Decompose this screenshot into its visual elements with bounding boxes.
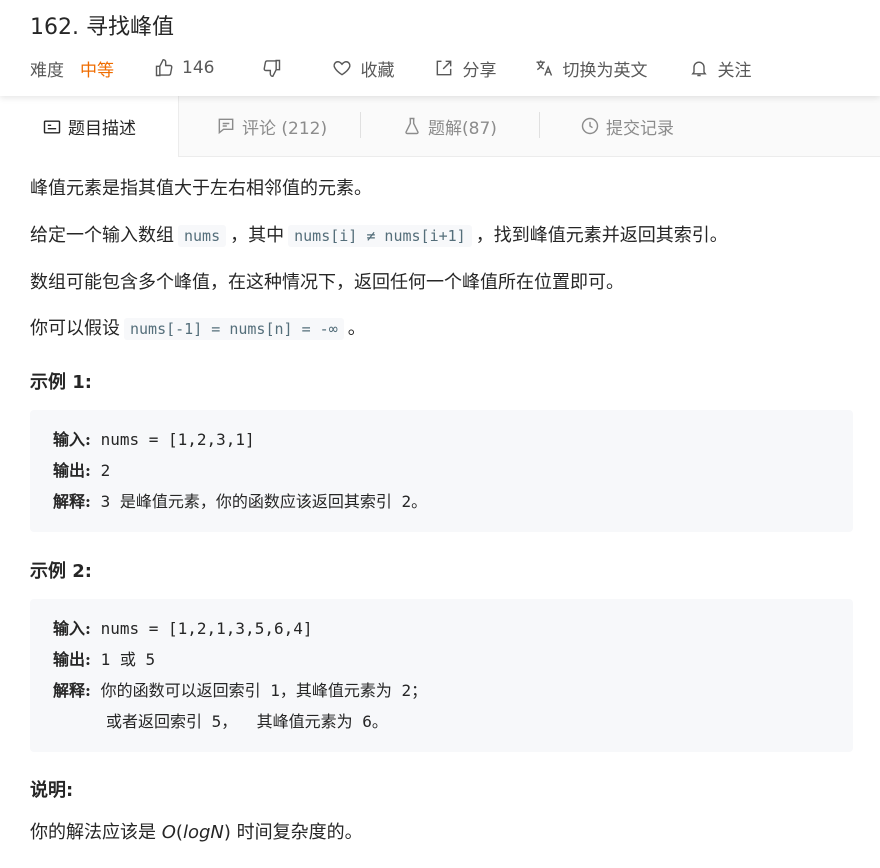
inline-code: nums[i] ≠ nums[i+1] [288, 225, 472, 247]
example-2-output: 输出: 1 或 5 [53, 648, 155, 672]
description-paragraph-3: 数组可能包含多个峰值，在这种情况下，返回任何一个峰值所在位置即可。 [30, 272, 624, 293]
example-1-heading: 示例 1: [30, 372, 92, 393]
value: 5， [211, 712, 238, 731]
text: 其峰值元素为 [256, 712, 353, 731]
dislike-button[interactable] [262, 58, 290, 78]
difficulty-value: 中等 [80, 60, 114, 81]
label: 解释: [53, 492, 91, 511]
switch-language-label: 切换为英文 [562, 60, 648, 81]
text: 或者返回索引 [106, 712, 203, 731]
value: 1 [100, 650, 111, 669]
favorite-button[interactable]: 收藏 [332, 56, 394, 81]
math: ( [175, 822, 183, 843]
thumbs-down-icon [263, 59, 281, 78]
follow-label: 关注 [717, 60, 752, 81]
text: ，其中 [230, 225, 285, 246]
example-1-input: 输入: nums = [1,2,3,1] [53, 428, 255, 452]
switch-language-button[interactable]: 切换为英文 [534, 56, 647, 81]
tab-comments[interactable]: 评论 (212) [216, 96, 327, 156]
text: 是峰值元素，你的函数应该返回其索引 [119, 492, 392, 511]
like-count: 146 [182, 58, 215, 78]
text: 。 [347, 318, 366, 339]
example-2-heading: 示例 2: [30, 561, 92, 582]
text: 你的解法应该是 [30, 822, 156, 843]
inline-code: nums[-1] = nums[n] = -∞ [124, 318, 344, 340]
label: 输入: [53, 430, 91, 449]
label: 输出: [53, 650, 91, 669]
value: 6。 [362, 712, 388, 731]
example-1-explanation: 解释: 3 是峰值元素，你的函数应该返回其索引 2。 [53, 490, 427, 514]
example-2-block: 输入: nums = [1,2,1,3,5,6,4] 输出: 1 或 5 解释:… [30, 599, 853, 752]
tab-description[interactable]: 题目描述 [0, 96, 179, 157]
description-paragraph-4: 你可以假设 nums[-1] = nums[n] = -∞。 [30, 315, 366, 343]
value: nums = [1,2,3,1] [100, 430, 255, 449]
value: 2。 [401, 492, 428, 511]
label: 输入: [53, 619, 91, 638]
example-2-explanation: 解释: 你的函数可以返回索引 1，其峰值元素为 2； [53, 679, 427, 703]
tab-separator [539, 112, 540, 138]
difficulty-label: 难度 [30, 60, 64, 81]
favorite-label: 收藏 [360, 60, 395, 81]
value: 1， [270, 681, 296, 700]
description-paragraph-1: 峰值元素是指其值大于左右相邻值的元素。 [30, 178, 372, 199]
thumbs-up-icon [155, 58, 173, 77]
problem-meta-bar: 难度 中等 146 收藏 分享 切换为英文 关注 [30, 54, 751, 82]
text: 你的函数可以返回索引 [100, 681, 261, 700]
document-icon [43, 119, 61, 134]
example-2-explanation-cont: 或者返回索引 5， 其峰值元素为 6。 [106, 710, 388, 734]
text: ，找到峰值元素并返回其索引。 [475, 225, 728, 246]
example-1-block: 输入: nums = [1,2,3,1] 输出: 2 解释: 3 是峰值元素，你… [30, 410, 853, 532]
translate-icon [536, 60, 553, 76]
heart-icon [333, 61, 351, 76]
tab-separator [360, 112, 361, 138]
value: 2 [100, 461, 111, 480]
comment-icon [218, 118, 234, 135]
math: ) [223, 822, 231, 843]
tab-solutions[interactable]: 题解(87) [402, 96, 497, 156]
inline-code: nums [178, 225, 227, 247]
tab-submissions[interactable]: 提交记录 [580, 96, 674, 156]
problem-header: 162. 寻找峰值 难度 中等 146 收藏 分享 切换为英文 关注 [0, 0, 880, 96]
text: 给定一个输入数组 [30, 225, 174, 246]
value: 2； [401, 681, 428, 700]
flask-icon [405, 117, 419, 135]
tab-submissions-label: 提交记录 [606, 118, 674, 139]
text: 其峰值元素为 [295, 681, 392, 700]
math: O [161, 822, 176, 843]
tab-solutions-label: 题解(87) [428, 118, 497, 139]
value: 5 [145, 650, 156, 669]
label: 输出: [53, 461, 91, 480]
text: 时间复杂度的。 [236, 822, 363, 843]
share-label: 分享 [462, 60, 497, 81]
tab-bar: 题目描述 评论 (212) 题解(87) 提交记录 [0, 96, 880, 157]
tab-comments-label: 评论 (212) [242, 118, 328, 139]
like-button[interactable]: 146 [154, 58, 214, 78]
label: 解释: [53, 681, 91, 700]
problem-title: 162. 寻找峰值 [30, 15, 174, 40]
value: nums = [1,2,1,3,5,6,4] [100, 619, 313, 638]
follow-button[interactable]: 关注 [689, 56, 751, 81]
share-icon [437, 60, 452, 76]
bell-icon [691, 61, 708, 77]
text: 你可以假设 [30, 318, 120, 339]
math: logN [182, 822, 224, 843]
clock-icon [581, 117, 599, 135]
description-paragraph-2: 给定一个输入数组 nums ，其中 nums[i] ≠ nums[i+1] ，找到峰值元… [30, 222, 728, 250]
example-1-output: 输出: 2 [53, 459, 110, 483]
example-2-input: 输入: nums = [1,2,1,3,5,6,4] [53, 617, 312, 641]
text: 或 [119, 650, 136, 669]
share-button[interactable]: 分享 [434, 56, 496, 81]
note-heading: 说明: [30, 780, 74, 801]
tab-description-label: 题目描述 [68, 119, 136, 139]
value: 3 [100, 492, 111, 511]
note-text: 你的解法应该是 O(logN) 时间复杂度的。 [30, 819, 363, 847]
